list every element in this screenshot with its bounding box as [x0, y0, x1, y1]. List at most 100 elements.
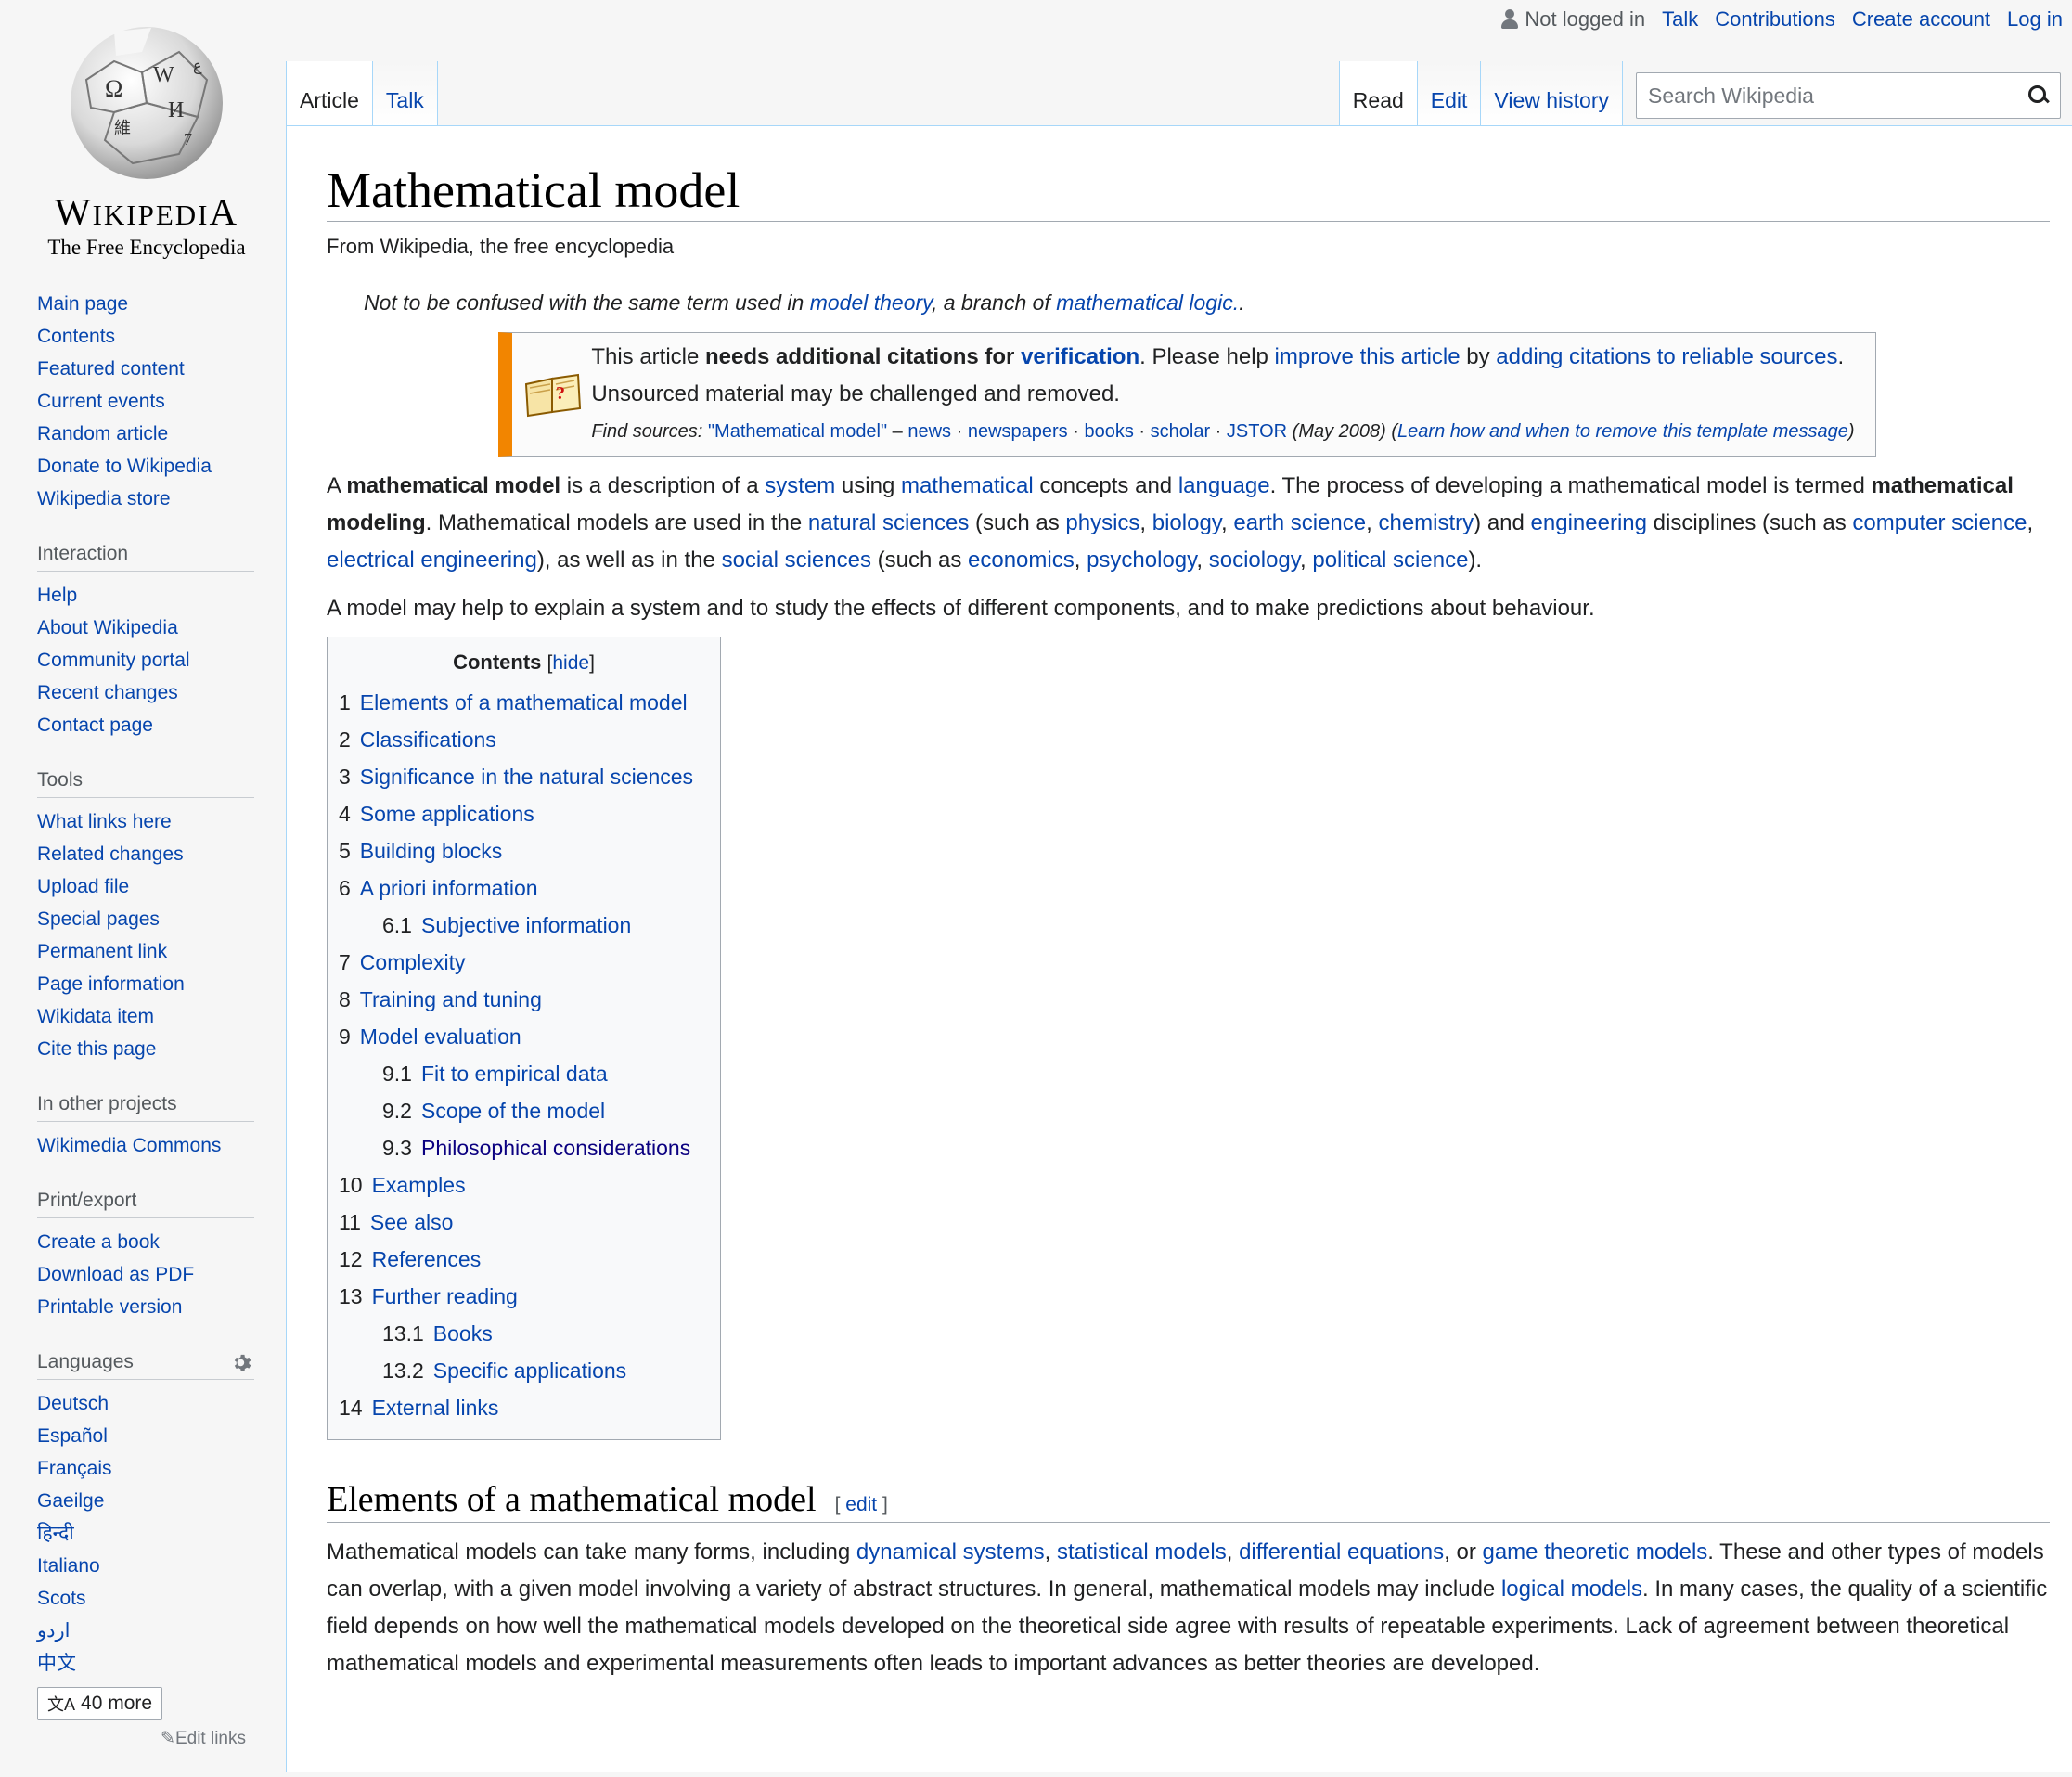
- toc-item[interactable]: 14 External links: [339, 1389, 709, 1426]
- link-social-sciences[interactable]: social sciences: [722, 547, 871, 573]
- toc-item[interactable]: 9 Model evaluation: [339, 1018, 709, 1055]
- toc-link[interactable]: A priori information: [360, 876, 538, 900]
- toc-item[interactable]: 2 Classifications: [339, 721, 709, 758]
- sidebar-item-language-4[interactable]: हिन्दी: [37, 1523, 74, 1544]
- sidebar-item-0[interactable]: Main page: [37, 293, 128, 315]
- login-link[interactable]: Log in: [2007, 7, 2063, 32]
- edit-links[interactable]: ✎Edit links: [37, 1728, 246, 1749]
- sidebar-item-tools-4[interactable]: Permanent link: [37, 941, 167, 962]
- toc-link[interactable]: Complexity: [360, 950, 466, 974]
- toc-item[interactable]: 9.1 Fit to empirical data: [339, 1055, 709, 1092]
- talk-link[interactable]: Talk: [1662, 7, 1698, 32]
- sidebar-item-print-1[interactable]: Download as PDF: [37, 1264, 194, 1285]
- link-language[interactable]: language: [1178, 473, 1270, 498]
- sidebar-item-4[interactable]: Random article: [37, 423, 168, 444]
- verification-link[interactable]: verification: [1021, 344, 1139, 369]
- toc-link[interactable]: Significance in the natural sciences: [360, 765, 693, 789]
- toc-link[interactable]: Classifications: [360, 728, 496, 752]
- link-psychology[interactable]: psychology: [1087, 547, 1196, 573]
- find-scholar-link[interactable]: scholar: [1151, 421, 1210, 442]
- toc-item[interactable]: 5 Building blocks: [339, 832, 709, 869]
- tab-talk[interactable]: Talk: [372, 61, 438, 126]
- toc-hide-toggle[interactable]: hide: [552, 652, 589, 674]
- find-newspapers-link[interactable]: newspapers: [968, 421, 1068, 442]
- sidebar-item-language-6[interactable]: Scots: [37, 1588, 86, 1609]
- sidebar-item-interaction-0[interactable]: Help: [37, 585, 77, 606]
- wikipedia-logo[interactable]: Ω W И 維 7 ع WIKIPEDIA The Free Encyclope…: [26, 15, 267, 259]
- sidebar-item-1[interactable]: Contents: [37, 326, 115, 347]
- tab-article[interactable]: Article: [287, 61, 373, 126]
- toc-item[interactable]: 9.3 Philosophical considerations: [339, 1129, 709, 1166]
- sidebar-item-tools-0[interactable]: What links here: [37, 811, 172, 832]
- sidebar-item-language-7[interactable]: اردو: [37, 1620, 70, 1642]
- toc-item[interactable]: 6.1 Subjective information: [339, 907, 709, 944]
- link-sociology[interactable]: sociology: [1209, 547, 1300, 573]
- toc-item[interactable]: 6 A priori information: [339, 869, 709, 907]
- toc-item[interactable]: 13.1 Books: [339, 1315, 709, 1352]
- link-political-science[interactable]: political science: [1312, 547, 1468, 573]
- sidebar-item-3[interactable]: Current events: [37, 391, 165, 412]
- link-differential-equations[interactable]: differential equations: [1239, 1539, 1444, 1565]
- link-dynamical-systems[interactable]: dynamical systems: [856, 1539, 1045, 1565]
- tab-view-history[interactable]: View history: [1481, 61, 1623, 126]
- link-statistical-models[interactable]: statistical models: [1057, 1539, 1227, 1565]
- sidebar-item-interaction-3[interactable]: Recent changes: [37, 682, 178, 703]
- section-edit-link[interactable]: edit: [845, 1494, 877, 1515]
- toc-item[interactable]: 3 Significance in the natural sciences: [339, 758, 709, 795]
- tab-read[interactable]: Read: [1339, 61, 1418, 126]
- find-query-link[interactable]: "Mathematical model": [708, 421, 887, 442]
- learn-remove-link[interactable]: Learn how and when to remove this templa…: [1397, 421, 1848, 442]
- sidebar-item-language-1[interactable]: Español: [37, 1425, 108, 1447]
- sidebar-item-5[interactable]: Donate to Wikipedia: [37, 456, 212, 477]
- create-account-link[interactable]: Create account: [1852, 7, 1990, 32]
- link-game-theoretic-models[interactable]: game theoretic models: [1482, 1539, 1707, 1565]
- toc-item[interactable]: 9.2 Scope of the model: [339, 1092, 709, 1129]
- toc-item[interactable]: 12 References: [339, 1241, 709, 1278]
- toc-item[interactable]: 7 Complexity: [339, 944, 709, 981]
- link-earth-science[interactable]: earth science: [1233, 510, 1366, 535]
- toc-link[interactable]: Model evaluation: [360, 1024, 521, 1049]
- sidebar-item-language-5[interactable]: Italiano: [37, 1555, 100, 1577]
- more-languages-button[interactable]: 文A 40 more: [37, 1687, 163, 1720]
- find-jstor-link[interactable]: JSTOR: [1227, 421, 1287, 442]
- toc-link[interactable]: Some applications: [360, 802, 534, 826]
- gear-icon[interactable]: [232, 1353, 254, 1375]
- find-news-link[interactable]: news: [907, 421, 951, 442]
- sidebar-item-tools-3[interactable]: Special pages: [37, 908, 160, 930]
- model-theory-link[interactable]: model theory: [810, 290, 932, 315]
- link-physics[interactable]: physics: [1065, 510, 1139, 535]
- sidebar-item-interaction-1[interactable]: About Wikipedia: [37, 617, 178, 638]
- toc-link[interactable]: Scope of the model: [421, 1099, 605, 1123]
- sidebar-item-tools-1[interactable]: Related changes: [37, 843, 184, 865]
- tab-edit[interactable]: Edit: [1417, 61, 1482, 126]
- link-engineering[interactable]: engineering: [1531, 510, 1647, 535]
- sidebar-item-tools-2[interactable]: Upload file: [37, 876, 129, 897]
- toc-link[interactable]: Examples: [372, 1173, 466, 1197]
- sidebar-item-language-8[interactable]: 中文: [37, 1653, 76, 1674]
- sidebar-item-tools-5[interactable]: Page information: [37, 973, 185, 995]
- link-system[interactable]: system: [765, 473, 835, 498]
- mathematical-logic-link[interactable]: mathematical logic.: [1056, 290, 1239, 315]
- find-books-link[interactable]: books: [1084, 421, 1133, 442]
- improve-article-link[interactable]: improve this article: [1275, 344, 1461, 369]
- link-natural-sciences[interactable]: natural sciences: [808, 510, 969, 535]
- sidebar-item-language-3[interactable]: Gaeilge: [37, 1490, 104, 1512]
- toc-item[interactable]: 10 Examples: [339, 1166, 709, 1204]
- sidebar-item-language-2[interactable]: Français: [37, 1458, 112, 1479]
- toc-link[interactable]: External links: [372, 1396, 499, 1420]
- toc-link[interactable]: Further reading: [372, 1284, 518, 1308]
- toc-item[interactable]: 1 Elements of a mathematical model: [339, 684, 709, 721]
- toc-link[interactable]: Specific applications: [433, 1359, 626, 1383]
- toc-item[interactable]: 13.2 Specific applications: [339, 1352, 709, 1389]
- sidebar-item-6[interactable]: Wikipedia store: [37, 488, 171, 509]
- contributions-link[interactable]: Contributions: [1715, 7, 1835, 32]
- toc-item[interactable]: 13 Further reading: [339, 1278, 709, 1315]
- sidebar-item-language-0[interactable]: Deutsch: [37, 1393, 109, 1414]
- search-icon[interactable]: [2028, 85, 2049, 106]
- link-biology[interactable]: biology: [1152, 510, 1221, 535]
- sidebar-item-tools-7[interactable]: Cite this page: [37, 1038, 156, 1060]
- sidebar-item-other-0[interactable]: Wikimedia Commons: [37, 1135, 221, 1156]
- toc-link[interactable]: Training and tuning: [360, 987, 542, 1011]
- toc-item[interactable]: 4 Some applications: [339, 795, 709, 832]
- sidebar-item-print-2[interactable]: Printable version: [37, 1296, 182, 1318]
